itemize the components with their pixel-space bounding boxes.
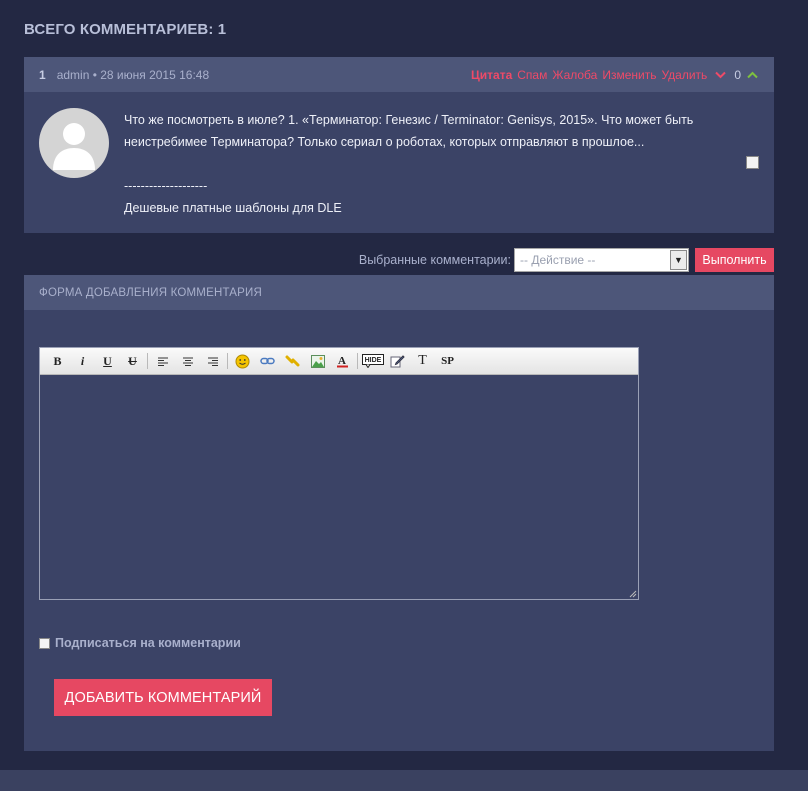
comment-editor: B i U U A HIDE T SP: [39, 347, 639, 600]
comment-select-checkbox[interactable]: [746, 156, 759, 169]
comment-meta: admin • 28 июня 2015 16:48: [56, 67, 210, 82]
add-comment-form: ФОРМА ДОБАВЛЕНИЯ КОММЕНТАРИЯ B i U U A H…: [24, 275, 774, 751]
avatar: [39, 108, 109, 178]
add-comment-button[interactable]: ДОБАВИТЬ КОММЕНТАРИЙ: [54, 679, 272, 716]
bold-button[interactable]: B: [45, 350, 70, 372]
subscribe-checkbox[interactable]: [39, 637, 50, 649]
signature-text: Дешевые платные шаблоны для DLE: [124, 201, 342, 215]
edit-pencil-icon[interactable]: [385, 350, 410, 372]
vote-down-icon[interactable]: [715, 71, 727, 79]
image-icon[interactable]: [305, 350, 330, 372]
comment-actions: Цитата Спам Жалоба Изменить Удалить 0: [471, 68, 758, 82]
comments-count-title: ВСЕГО КОММЕНТАРИЕВ: 1: [24, 21, 227, 38]
underline-button[interactable]: U: [95, 350, 120, 372]
align-left-icon[interactable]: [150, 350, 175, 372]
toolbar-divider: [227, 353, 228, 369]
align-center-icon[interactable]: [175, 350, 200, 372]
mass-action-select[interactable]: -- Действие -- ▼: [514, 248, 689, 272]
execute-button[interactable]: Выполнить: [695, 248, 774, 272]
subscribe-label[interactable]: Подписаться на комментарии: [55, 636, 241, 650]
subscribe-row: Подписаться на комментарии: [39, 636, 241, 650]
mass-action-label: Выбранные комментарии:: [358, 253, 511, 267]
quote-link[interactable]: Цитата: [471, 68, 512, 82]
hide-button[interactable]: HIDE: [360, 350, 385, 372]
rating-value: 0: [734, 67, 741, 82]
resize-handle-icon[interactable]: [629, 590, 637, 598]
comment-header: 1 admin • 28 июня 2015 16:48 Цитата Спам…: [24, 57, 774, 92]
toolbar-divider: [147, 353, 148, 369]
spoiler-button[interactable]: SP: [435, 350, 460, 372]
hide-label: HIDE: [364, 357, 381, 364]
comment-item: 1 admin • 28 июня 2015 16:48 Цитата Спам…: [24, 57, 774, 233]
vote-up-icon[interactable]: [747, 71, 758, 79]
text-color-icon[interactable]: A: [330, 350, 355, 372]
mass-action-selected: -- Действие --: [520, 253, 596, 267]
spam-link[interactable]: Спам: [517, 68, 547, 82]
link-icon[interactable]: [255, 350, 280, 372]
signature-divider: --------------------: [124, 179, 208, 193]
text-format-button[interactable]: T: [410, 350, 435, 372]
editor-toolbar: B i U U A HIDE T SP: [40, 348, 638, 375]
edit-link[interactable]: Изменить: [602, 68, 656, 82]
toolbar-divider: [357, 353, 358, 369]
smiley-icon[interactable]: [230, 350, 255, 372]
svg-text:A: A: [338, 355, 346, 367]
form-title: ФОРМА ДОБАВЛЕНИЯ КОММЕНТАРИЯ: [24, 275, 774, 310]
comment-number: 1: [39, 67, 46, 82]
delete-link[interactable]: Удалить: [661, 68, 707, 82]
unlink-icon[interactable]: [280, 350, 305, 372]
comment-textarea[interactable]: [40, 375, 638, 599]
footer-strip: [0, 770, 808, 791]
align-right-icon[interactable]: [200, 350, 225, 372]
chevron-down-icon[interactable]: ▼: [670, 250, 687, 270]
italic-button[interactable]: i: [70, 350, 95, 372]
comment-content: Что же посмотреть в июле? 1. «Терминатор…: [124, 113, 694, 149]
complaint-link[interactable]: Жалоба: [552, 68, 597, 82]
mass-action-bar: Выбранные комментарии: -- Действие -- ▼ …: [359, 248, 774, 272]
strike-button[interactable]: U: [120, 350, 145, 372]
comment-text: Что же посмотреть в июле? 1. «Терминатор…: [124, 109, 714, 219]
